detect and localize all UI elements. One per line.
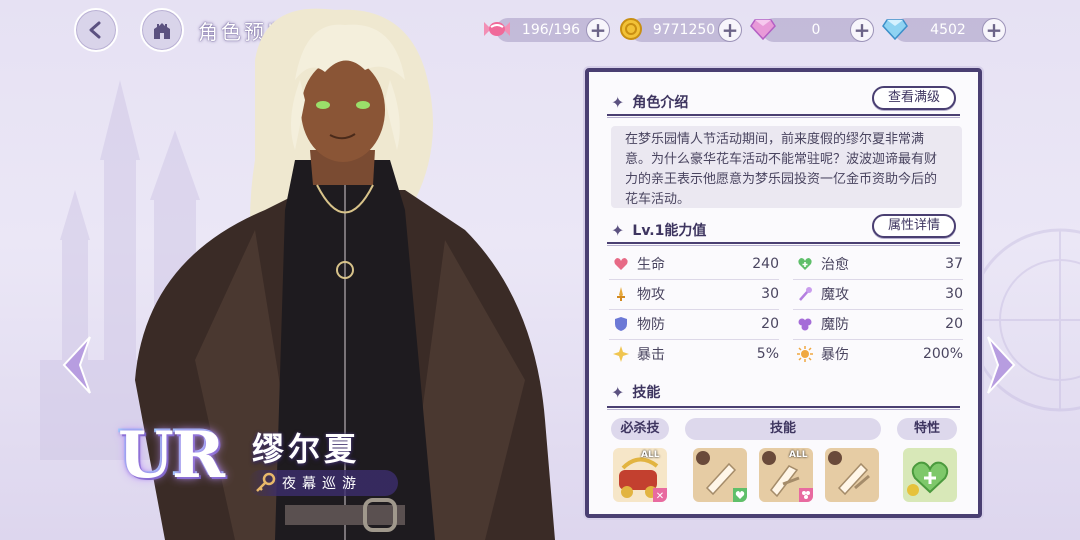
character-name: 缪尔夏	[252, 430, 361, 468]
gold-coin-icon	[616, 14, 646, 44]
add-stamina-button[interactable]: +	[586, 18, 610, 42]
stats-section-header: ✦ Lv.1能力值	[611, 218, 706, 242]
wand-icon	[795, 284, 815, 304]
character-info-panel: ✦ 角色介绍 查看满级 在梦乐园情人节活动期间，前来度假的缪尔夏非常满意。为什么…	[585, 68, 982, 518]
section-divider	[607, 242, 960, 246]
skill-label: 技能	[685, 418, 881, 440]
all-target-badge: ALL	[789, 450, 808, 460]
resource-gem: 4502 +	[882, 18, 1006, 42]
stat-magic-defense: 魔防 20	[795, 310, 963, 338]
previous-character-button[interactable]	[62, 335, 92, 395]
stat-crit-rate: 暴击 5%	[611, 340, 779, 368]
stat-magic-attack: 魔攻 30	[795, 280, 963, 308]
trait-icon[interactable]	[903, 448, 957, 502]
sparkle-icon: ✦	[611, 220, 625, 240]
profile-section-header: ✦ 角色介绍	[611, 90, 688, 114]
back-arrow-icon	[89, 21, 101, 39]
trait-label: 特性	[897, 418, 957, 440]
resource-gold: 9771250 +	[620, 18, 742, 42]
stat-physical-defense: 物防 20	[611, 310, 779, 338]
skill-icon-2[interactable]: ALL	[759, 448, 813, 502]
pink-diamond-icon	[748, 14, 778, 44]
crit-burst-icon	[795, 344, 815, 364]
view-max-level-button[interactable]: 查看满级	[871, 86, 956, 110]
skill-icon-3[interactable]	[825, 448, 879, 502]
section-divider	[607, 114, 960, 118]
rarity-badge: UR	[118, 418, 225, 493]
add-gold-button[interactable]: +	[718, 18, 742, 42]
sparkle-icon: ✦	[611, 382, 625, 402]
all-target-badge: ALL	[641, 450, 660, 460]
heart-icon	[611, 254, 631, 274]
next-character-button[interactable]	[986, 335, 1016, 395]
attribute-details-button[interactable]: 属性详情	[871, 214, 956, 238]
ultimate-skill-icon[interactable]: ✕ ALL	[613, 448, 667, 502]
profile-section-title: 角色介绍	[632, 95, 689, 111]
blue-diamond-icon	[880, 14, 910, 44]
sparkle-icon: ✦	[611, 92, 625, 112]
heal-heart-icon	[795, 254, 815, 274]
skill-icon-1[interactable]	[693, 448, 747, 502]
stat-crit-damage: 暴伤 200%	[795, 340, 963, 368]
svg-text:✕: ✕	[656, 491, 664, 502]
sword-icon	[611, 284, 631, 304]
stats-section-title: Lv.1能力值	[632, 223, 707, 239]
stat-hp: 生命 240	[611, 250, 779, 278]
stat-physical-attack: 物攻 30	[611, 280, 779, 308]
add-gem-button[interactable]: +	[982, 18, 1006, 42]
stat-heal: 治愈 37	[795, 250, 963, 278]
section-divider	[607, 406, 960, 410]
ultimate-skill-label: 必杀技	[611, 418, 669, 440]
resource-paid-gem: 0 +	[750, 18, 874, 42]
add-paid-gem-button[interactable]: +	[850, 18, 874, 42]
game-screen: 角色预览 196/196 + 9771250 + 0 + 4502 + UR 缪…	[0, 0, 1080, 540]
magic-shield-icon	[795, 314, 815, 334]
shield-icon	[611, 314, 631, 334]
crit-star-icon	[611, 344, 631, 364]
key-icon	[256, 472, 276, 492]
character-description: 在梦乐园情人节活动期间，前来度假的缪尔夏非常满意。为什么豪华花车活动不能常驻呢？…	[611, 126, 962, 208]
character-epithet: 夜幕巡游	[282, 476, 362, 492]
skills-section-header: ✦ 技能	[611, 380, 660, 404]
skills-section-title: 技能	[632, 385, 661, 401]
